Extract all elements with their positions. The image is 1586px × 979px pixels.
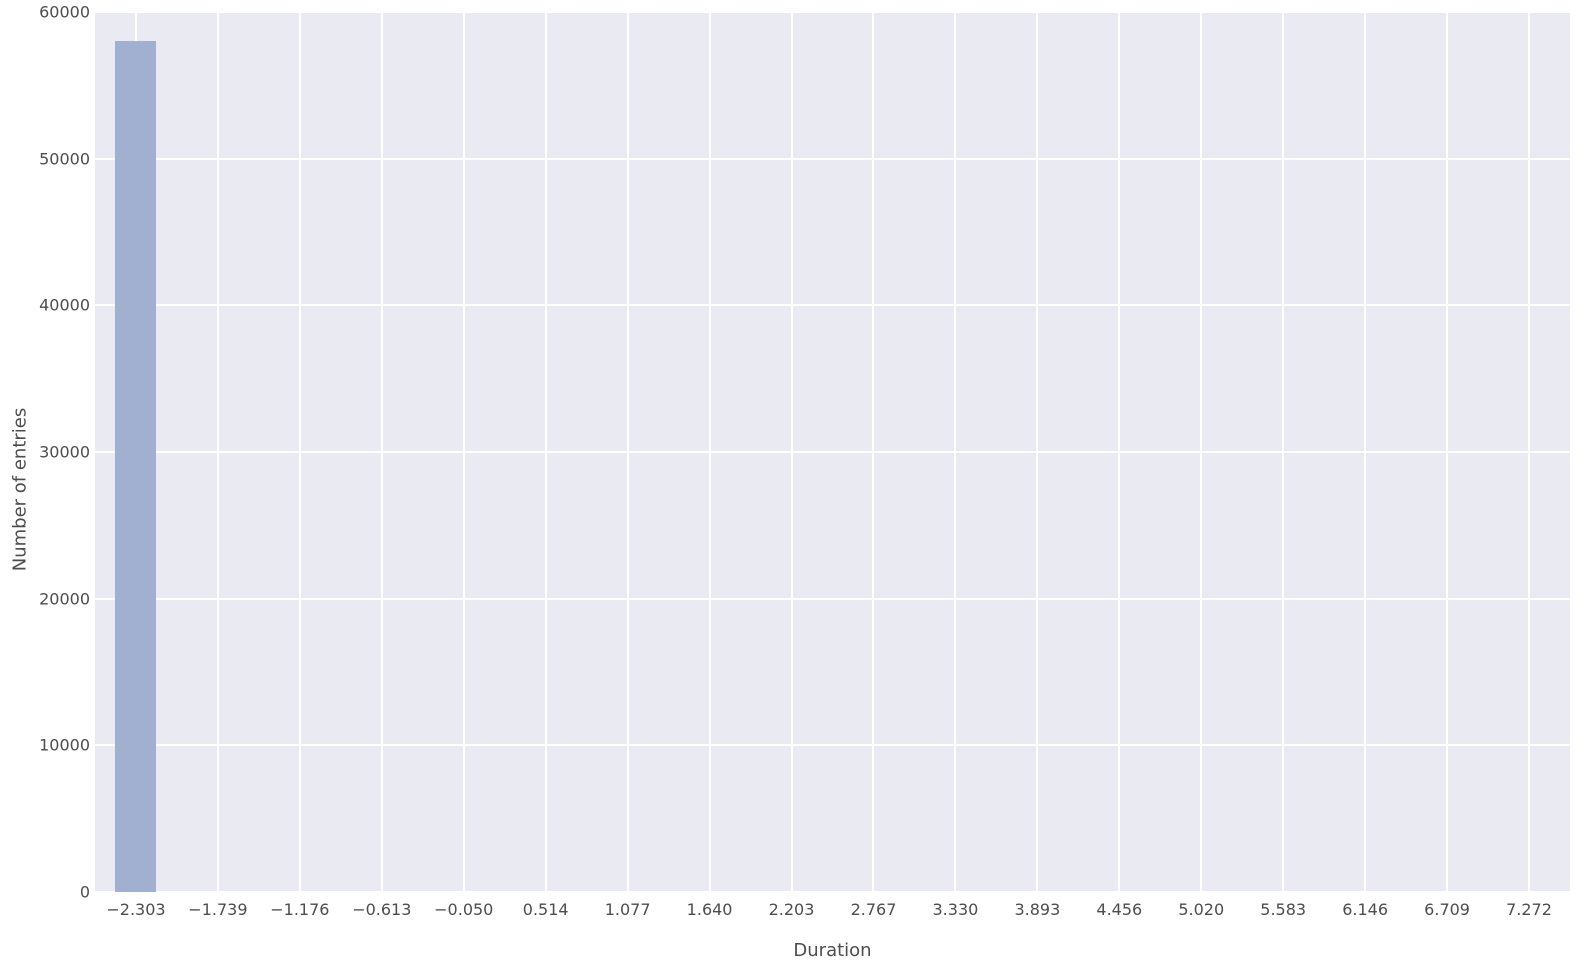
x-tick-label: 3.330 (933, 900, 979, 919)
gridline-vertical (381, 12, 383, 892)
x-axis-label: Duration (95, 940, 1570, 961)
gridline-horizontal (95, 744, 1570, 746)
x-tick-label: 5.583 (1260, 900, 1306, 919)
x-tick-label: −0.613 (352, 900, 411, 919)
x-tick-label: 6.709 (1424, 900, 1470, 919)
gridline-vertical (217, 12, 219, 892)
gridline-vertical (1118, 12, 1120, 892)
x-tick-label: 1.077 (605, 900, 651, 919)
gridline-vertical (545, 12, 547, 892)
y-tick-label: 40000 (10, 296, 90, 315)
x-tick-label: −1.739 (188, 900, 247, 919)
y-axis-label: Number of entries (10, 408, 31, 572)
gridline-horizontal (95, 891, 1570, 893)
gridline-vertical (299, 12, 301, 892)
y-axis-label-container: Number of entries (8, 0, 32, 979)
gridline-vertical (1200, 12, 1202, 892)
gridline-horizontal (95, 158, 1570, 160)
gridline-horizontal (95, 11, 1570, 13)
x-tick-label: 4.456 (1096, 900, 1142, 919)
gridline-vertical (1446, 12, 1448, 892)
gridline-vertical (791, 12, 793, 892)
plot-area (95, 12, 1570, 892)
gridline-horizontal (95, 598, 1570, 600)
chart-figure: Number of entries 0 10000 20000 30000 40000 5… (0, 0, 1586, 979)
gridline-vertical (1528, 12, 1530, 892)
x-tick-label: 5.020 (1178, 900, 1224, 919)
gridline-vertical (1036, 12, 1038, 892)
y-tick-label: 20000 (10, 589, 90, 608)
gridline-vertical (463, 12, 465, 892)
x-tick-label: 2.203 (769, 900, 815, 919)
x-tick-label: 2.767 (851, 900, 897, 919)
x-tick-label: −2.303 (106, 900, 165, 919)
gridline-horizontal (95, 451, 1570, 453)
x-tick-label: −1.176 (270, 900, 329, 919)
gridline-vertical (1282, 12, 1284, 892)
y-tick-label: 60000 (10, 3, 90, 22)
gridline-vertical (872, 12, 874, 892)
x-tick-label: 1.640 (687, 900, 733, 919)
bar (115, 41, 156, 892)
y-tick-label: 0 (10, 883, 90, 902)
y-tick-label: 50000 (10, 149, 90, 168)
x-tick-label: 0.514 (523, 900, 569, 919)
y-tick-label: 30000 (10, 443, 90, 462)
y-tick-label: 10000 (10, 736, 90, 755)
x-tick-label: −0.050 (434, 900, 493, 919)
x-tick-label: 3.893 (1014, 900, 1060, 919)
x-tick-label: 7.272 (1506, 900, 1552, 919)
gridline-vertical (627, 12, 629, 892)
gridline-horizontal (95, 304, 1570, 306)
gridline-vertical (1364, 12, 1366, 892)
gridline-vertical (954, 12, 956, 892)
x-tick-label: 6.146 (1342, 900, 1388, 919)
gridline-vertical (709, 12, 711, 892)
